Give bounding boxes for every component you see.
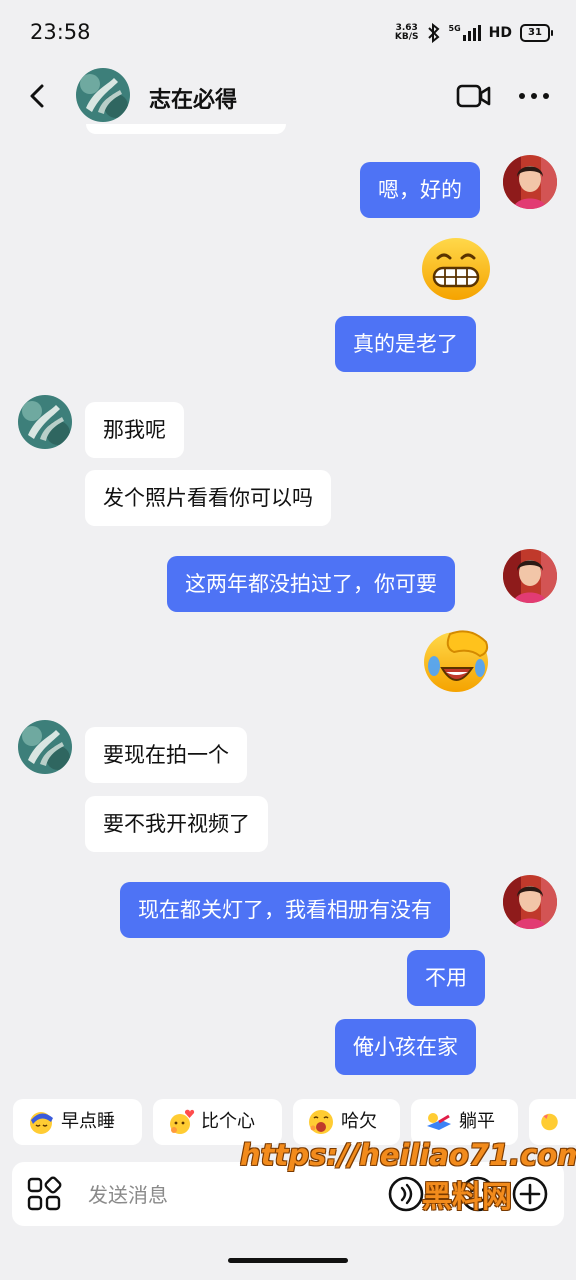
bluetooth-icon xyxy=(427,23,440,43)
message-bubble-out[interactable]: 不用 xyxy=(407,950,485,1006)
input-container xyxy=(12,1162,564,1228)
message-bubble-in[interactable]: 发个照片看看你可以吗 xyxy=(85,470,331,526)
quick-reply-chip-partial[interactable] xyxy=(529,1099,576,1145)
chevron-left-icon[interactable] xyxy=(24,82,52,110)
cell-signal: 5G xyxy=(449,25,481,41)
quick-reply-label: 比个心 xyxy=(201,1111,255,1132)
net-speed-unit: KB/S xyxy=(394,32,419,42)
voice-icon[interactable] xyxy=(386,1174,426,1214)
message-bubble-out[interactable]: 现在都关灯了，我看相册有没有 xyxy=(120,882,450,938)
quick-reply-chip[interactable]: 躺平 xyxy=(411,1099,518,1145)
contact-avatar[interactable] xyxy=(76,68,130,122)
status-indicators: 3.63 KB/S 5G HD 31 xyxy=(395,22,553,44)
contact-avatar[interactable] xyxy=(18,720,72,774)
status-bar: 23:58 3.63 KB/S 5G HD 31 xyxy=(0,0,576,64)
message-bubble-out[interactable]: 真的是老了 xyxy=(335,316,476,372)
message-bubble-in[interactable]: 要现在拍一个 xyxy=(85,727,247,783)
battery-icon: 31 xyxy=(520,24,553,42)
my-avatar[interactable] xyxy=(503,875,557,929)
hd-label: HD xyxy=(488,25,512,41)
emoji-icon[interactable] xyxy=(458,1174,498,1214)
status-time: 23:58 xyxy=(30,20,91,44)
contact-name[interactable]: 志在必得 xyxy=(149,82,237,114)
contact-avatar[interactable] xyxy=(18,395,72,449)
yawn-icon xyxy=(309,1110,333,1134)
message-input[interactable] xyxy=(86,1162,380,1228)
quick-reply-label: 躺平 xyxy=(459,1111,495,1132)
lie-flat-icon xyxy=(427,1113,451,1130)
facepalm-laugh-icon[interactable] xyxy=(420,626,492,694)
partial-message-bubble xyxy=(86,124,286,134)
message-bubble-out[interactable]: 俺小孩在家 xyxy=(335,1019,476,1075)
quick-reply-label: 哈欠 xyxy=(341,1111,377,1132)
quick-reply-label: 早点睡 xyxy=(61,1111,115,1132)
partial-emoji-icon xyxy=(541,1113,558,1131)
battery-level: 31 xyxy=(528,27,542,38)
net-speed: 3.63 KB/S xyxy=(395,24,419,42)
plus-circle-icon[interactable] xyxy=(510,1174,550,1214)
chat-header: 志在必得 xyxy=(0,64,576,128)
more-dots-icon[interactable] xyxy=(516,82,552,110)
heart-gesture-icon xyxy=(170,1109,195,1134)
sleepy-moon-icon xyxy=(30,1112,53,1134)
quick-reply-chip[interactable]: 哈欠 xyxy=(293,1099,400,1145)
apps-grid-icon[interactable] xyxy=(26,1176,62,1212)
message-bubble-in[interactable]: 要不我开视频了 xyxy=(85,796,268,852)
my-avatar[interactable] xyxy=(503,155,557,209)
video-camera-icon[interactable] xyxy=(456,82,492,110)
grinning-face-icon[interactable] xyxy=(420,236,492,302)
input-bar xyxy=(0,1155,576,1245)
signal-bars-icon xyxy=(462,25,481,41)
home-indicator[interactable] xyxy=(228,1258,348,1263)
message-bubble-in[interactable]: 那我呢 xyxy=(85,402,184,458)
network-type: 5G xyxy=(448,24,461,33)
message-bubble-out[interactable]: 嗯，好的 xyxy=(360,162,480,218)
my-avatar[interactable] xyxy=(503,549,557,603)
quick-reply-chip[interactable]: 早点睡 xyxy=(13,1099,142,1145)
quick-reply-chip[interactable]: 比个心 xyxy=(153,1099,282,1145)
message-bubble-out[interactable]: 这两年都没拍过了，你可要 xyxy=(167,556,455,612)
